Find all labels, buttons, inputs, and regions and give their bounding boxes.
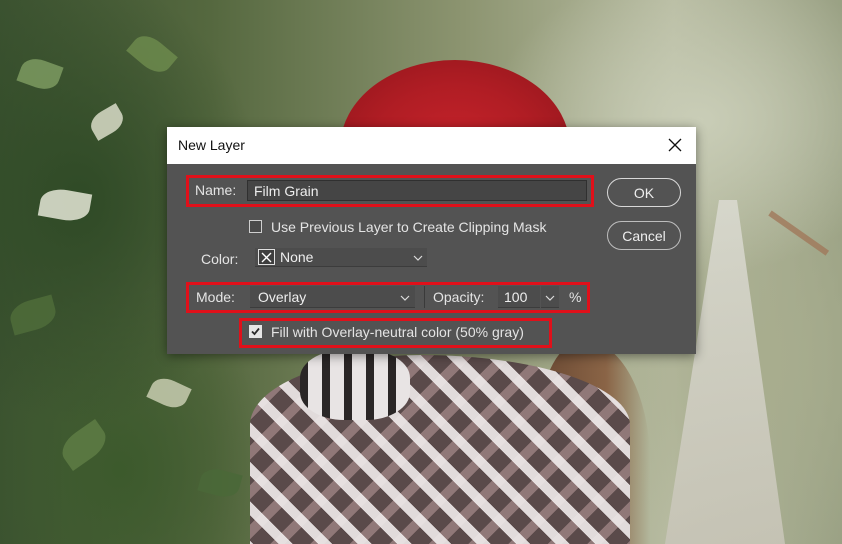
color-select[interactable]: None: [255, 248, 427, 267]
close-icon: [668, 138, 682, 152]
color-value: None: [280, 249, 314, 265]
name-highlight-box: [186, 175, 594, 207]
clipping-mask-checkbox[interactable]: [249, 220, 262, 233]
chevron-down-icon: [413, 255, 423, 261]
dialog-title: New Layer: [178, 137, 245, 153]
fill-neutral-highlight-box: [239, 318, 552, 348]
knit-mitten: [300, 350, 410, 420]
close-button[interactable]: [664, 134, 686, 156]
color-label: Color:: [201, 251, 239, 267]
no-color-x-icon: [258, 249, 275, 265]
cancel-button[interactable]: Cancel: [607, 221, 681, 250]
mode-opacity-highlight-box: [186, 282, 590, 313]
dialog-titlebar[interactable]: New Layer: [167, 127, 696, 164]
clipping-mask-label: Use Previous Layer to Create Clipping Ma…: [271, 219, 547, 235]
ok-button[interactable]: OK: [607, 178, 681, 207]
